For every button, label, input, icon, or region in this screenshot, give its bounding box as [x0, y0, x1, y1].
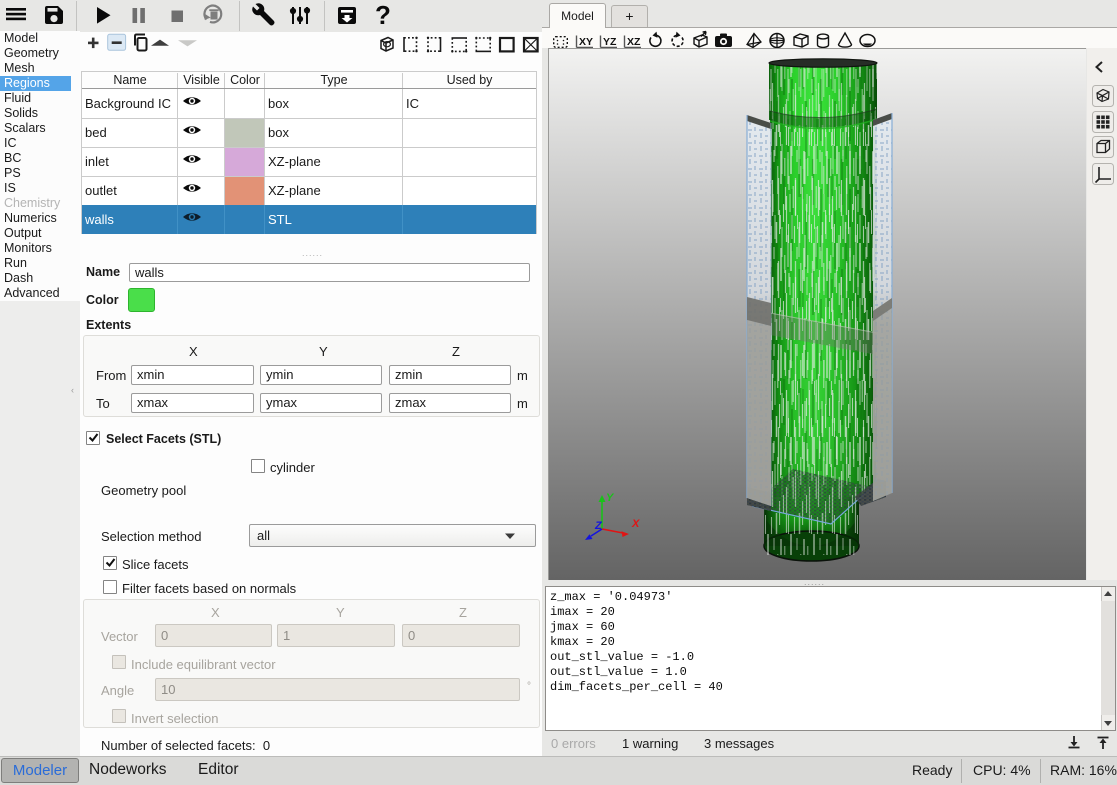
svg-text:XZ: XZ — [627, 36, 641, 48]
svg-text:XY: XY — [579, 36, 593, 48]
svg-text:Z: Z — [594, 520, 603, 532]
svg-text:YZ: YZ — [603, 36, 617, 48]
svg-text:?: ? — [375, 0, 391, 30]
svg-text:Y: Y — [606, 492, 615, 504]
svg-text:X: X — [631, 518, 640, 530]
